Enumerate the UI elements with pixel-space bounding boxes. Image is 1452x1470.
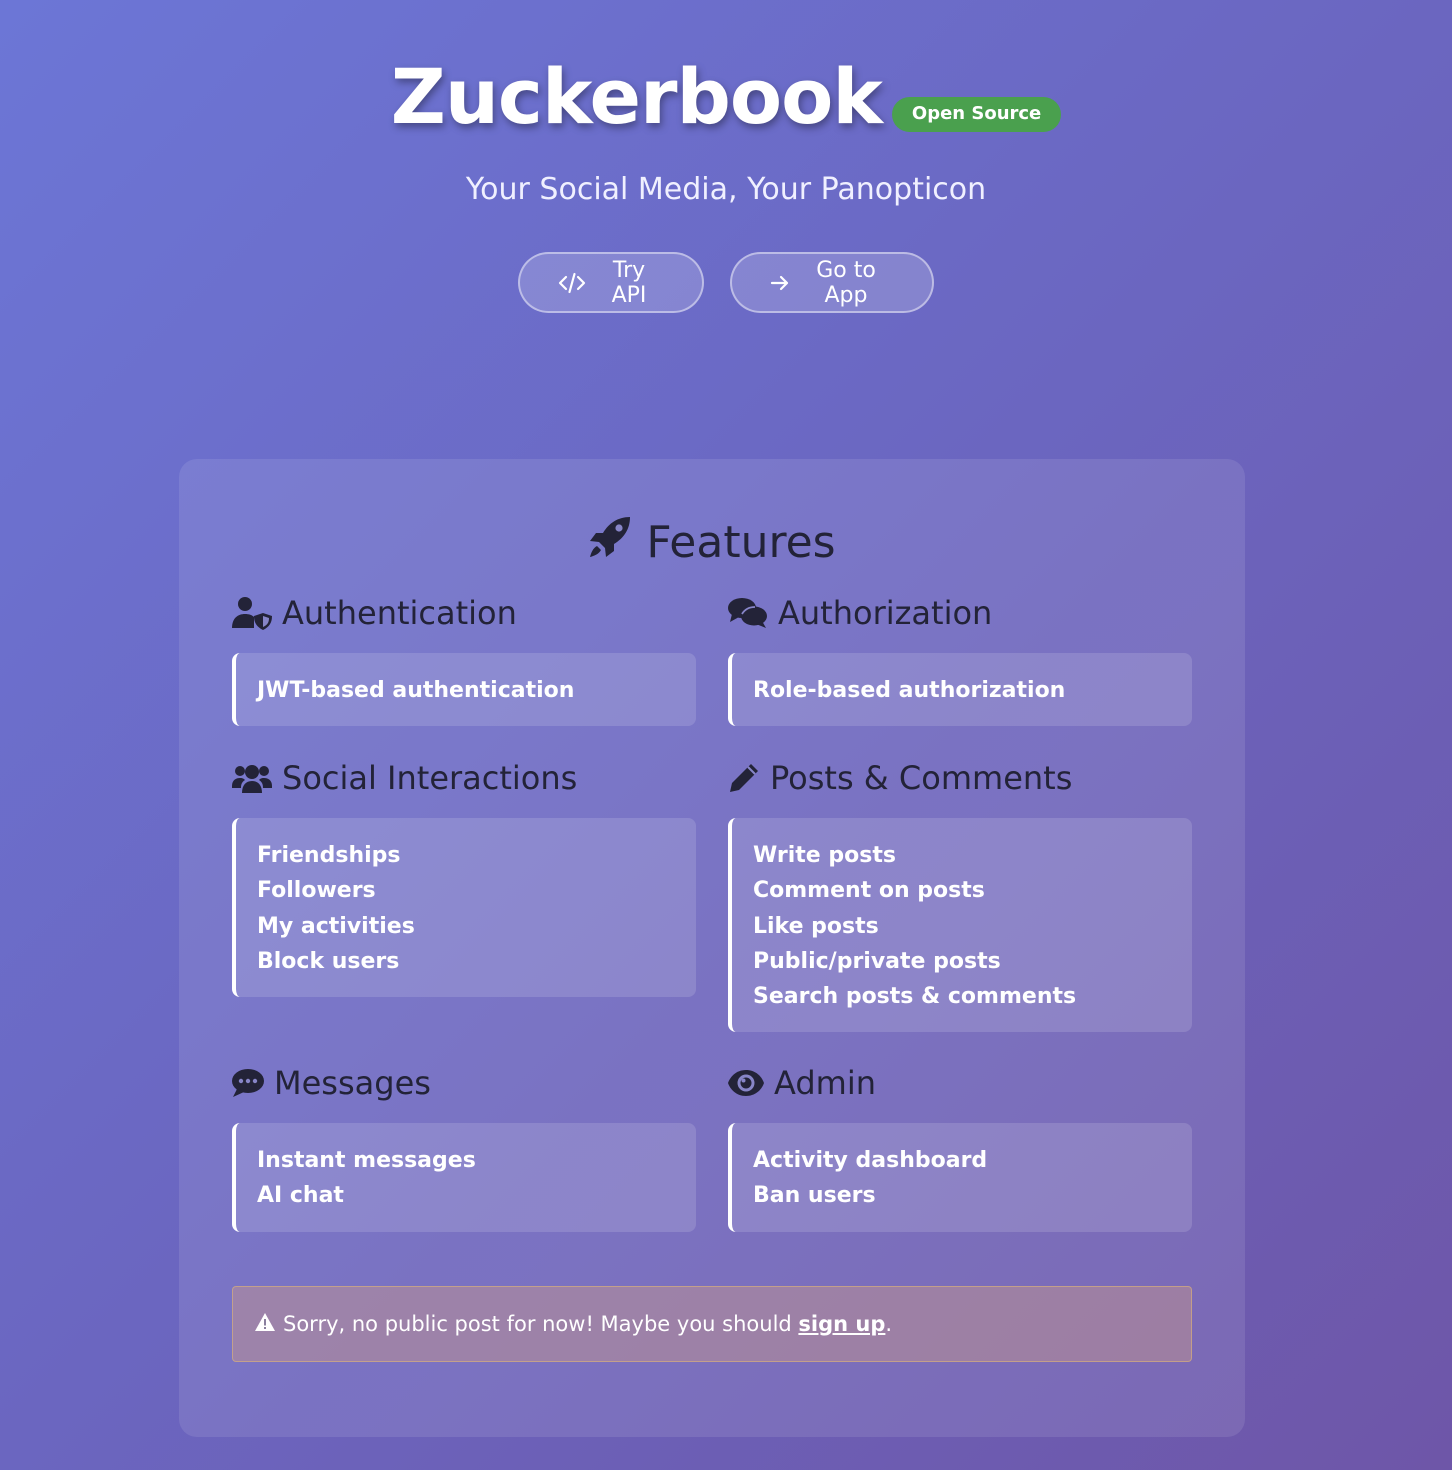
feature-list: Instant messages AI chat (232, 1123, 696, 1232)
try-api-label: Try API (611, 257, 647, 308)
sign-up-link[interactable]: sign up (798, 1312, 885, 1336)
list-item: Instant messages (257, 1148, 476, 1173)
hero: Zuckerbook Open Source Your Social Media… (0, 0, 1452, 340)
list-item: Comment on posts (753, 878, 985, 904)
no-posts-alert: Sorry, no public post for now! Maybe you… (232, 1286, 1192, 1362)
site-title: Zuckerbook (390, 52, 883, 141)
alert-message: Sorry, no public post for now! Maybe you… (283, 1312, 892, 1336)
users-icon (232, 762, 272, 794)
section-authentication: Authentication JWT-based authentication (232, 593, 696, 727)
pencil-icon (728, 762, 760, 794)
tagline: Your Social Media, Your Panopticon (465, 172, 987, 207)
list-item: Friendships (257, 843, 401, 868)
alert-text-end: . (885, 1312, 893, 1336)
section-posts-comments: Posts & Comments Write posts Comment on … (728, 758, 1192, 1033)
eye-icon (728, 1069, 764, 1097)
section-title: Admin (774, 1064, 876, 1102)
section-header: Social Interactions (232, 758, 696, 798)
list-item: Like posts (753, 913, 879, 939)
section-title: Authentication (282, 594, 517, 632)
list-item: Block users (257, 948, 400, 974)
section-header: Messages (232, 1063, 696, 1103)
code-icon (558, 272, 586, 294)
section-title: Messages (274, 1064, 431, 1102)
list-item: Activity dashboard (753, 1148, 988, 1173)
features-heading: Features (179, 515, 1245, 571)
go-to-app-label: Go to App (816, 257, 876, 308)
section-admin: Admin Activity dashboard Ban users (728, 1063, 1192, 1232)
features-title: Features (646, 517, 836, 568)
section-title: Authorization (778, 594, 993, 632)
comment-dots-icon (232, 1068, 264, 1098)
list-item: Role-based authorization (753, 678, 1066, 703)
arrow-right-icon (770, 273, 790, 293)
section-header: Posts & Comments (728, 758, 1192, 798)
hero-buttons: Try API Go to App (0, 252, 1452, 313)
list-item: Followers (257, 878, 376, 904)
warning-icon (255, 1312, 275, 1336)
list-item: My activities (257, 913, 415, 939)
section-header: Admin (728, 1063, 1192, 1103)
comments-icon (728, 597, 768, 629)
user-shield-icon (232, 596, 272, 630)
section-social-interactions: Social Interactions Friendships Follower… (232, 758, 696, 998)
list-item: Ban users (753, 1183, 876, 1209)
feature-list: JWT-based authentication (232, 653, 696, 727)
feature-list: Activity dashboard Ban users (728, 1123, 1192, 1232)
open-source-badge: Open Source (891, 97, 1062, 132)
section-authorization: Authorization Role-based authorization (728, 593, 1192, 727)
list-item: Write posts (753, 843, 896, 868)
feature-list: Role-based authorization (728, 653, 1192, 727)
section-header: Authentication (232, 593, 696, 633)
title-row: Zuckerbook Open Source (0, 52, 1452, 142)
section-title: Social Interactions (282, 759, 578, 797)
section-messages: Messages Instant messages AI chat (232, 1063, 696, 1232)
go-to-app-button[interactable]: Go to App (730, 252, 934, 313)
rocket-icon (588, 515, 632, 571)
section-header: Authorization (728, 593, 1192, 633)
feature-list: Friendships Followers My activities Bloc… (232, 818, 696, 998)
feature-list: Write posts Comment on posts Like posts … (728, 818, 1192, 1033)
try-api-button[interactable]: Try API (518, 252, 704, 313)
list-item: JWT-based authentication (257, 678, 575, 703)
features-card: Features Authentication JWT-based authen… (179, 459, 1245, 1437)
list-item: AI chat (257, 1183, 344, 1209)
list-item: Public/private posts (753, 948, 1001, 974)
alert-text: Sorry, no public post for now! Maybe you… (283, 1312, 799, 1336)
section-title: Posts & Comments (770, 759, 1073, 797)
list-item: Search posts & comments (753, 984, 1077, 1010)
